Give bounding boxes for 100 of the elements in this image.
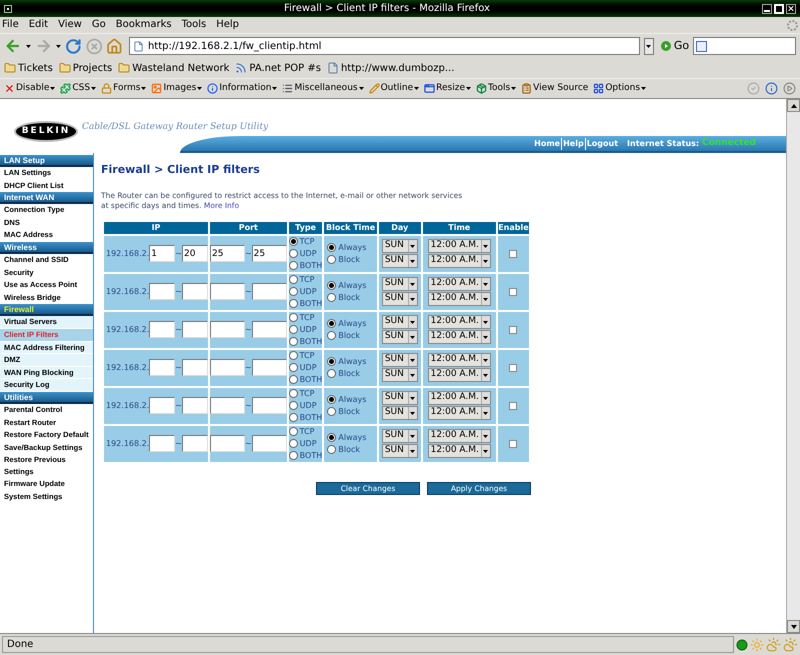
search-field[interactable]: [693, 37, 796, 55]
scrollbar[interactable]: [786, 99, 800, 633]
radio-option[interactable]: UDP: [288, 248, 322, 260]
enable-checkbox[interactable]: [509, 250, 518, 258]
day-select[interactable]: SUN: [382, 391, 418, 405]
ip-start-field[interactable]: [149, 283, 176, 300]
radio-option[interactable]: Always: [327, 432, 377, 444]
toolbar-menu-button[interactable]: Miscellaneous: [282, 82, 364, 96]
enable-checkbox[interactable]: [509, 402, 518, 410]
info-icon[interactable]: [765, 82, 778, 95]
sidebar-heading[interactable]: Utilities: [0, 392, 93, 404]
time-select[interactable]: 12:00 A.M.: [428, 429, 491, 443]
port-start-field[interactable]: [210, 359, 245, 376]
time-select[interactable]: 12:00 A.M.: [428, 353, 491, 367]
bookmark-item[interactable]: http://www.dumbozp...: [340, 60, 454, 76]
toolbar-menu-button[interactable]: Resize: [424, 82, 471, 96]
time-select[interactable]: 12:00 A.M.: [428, 368, 491, 382]
toolbar-menu-button[interactable]: Options: [593, 82, 646, 96]
radio-option[interactable]: Always: [327, 318, 377, 330]
time-select[interactable]: 12:00 A.M.: [428, 330, 491, 344]
radio-option[interactable]: UDP: [288, 438, 322, 450]
time-select[interactable]: 12:00 A.M.: [428, 406, 491, 420]
port-end-field[interactable]: [252, 321, 287, 338]
time-select[interactable]: 12:00 A.M.: [428, 277, 491, 291]
day-select[interactable]: SUN: [382, 368, 418, 382]
radio-option[interactable]: UDP: [288, 400, 322, 412]
menu-item[interactable]: File: [2, 18, 19, 32]
toolbar-menu-button[interactable]: Forms: [101, 82, 146, 96]
menu-item[interactable]: Help: [216, 18, 240, 32]
menu-item[interactable]: Tools: [182, 18, 206, 32]
menu-item[interactable]: Go: [92, 18, 106, 32]
ip-start-field[interactable]: 1: [149, 245, 176, 262]
sidebar-heading[interactable]: Wireless: [0, 242, 93, 254]
radio-option[interactable]: Block: [327, 368, 377, 380]
reload-button[interactable]: [65, 38, 82, 54]
menu-item[interactable]: Edit: [28, 18, 48, 32]
day-select[interactable]: SUN: [382, 254, 418, 268]
play-icon[interactable]: [783, 82, 796, 95]
radio-option[interactable]: Block: [327, 444, 377, 456]
bookmark-item[interactable]: PA.net POP #s: [249, 60, 321, 76]
radio-option[interactable]: BOTH: [288, 450, 322, 462]
sidebar-heading[interactable]: Firewall: [0, 304, 93, 316]
radio-option[interactable]: TCP: [288, 350, 322, 362]
toolbar-menu-button[interactable]: View Source: [521, 82, 588, 96]
radio-option[interactable]: BOTH: [288, 374, 322, 386]
radio-option[interactable]: Always: [327, 242, 377, 254]
radio-option[interactable]: TCP: [288, 388, 322, 400]
go-button[interactable]: Go: [660, 38, 690, 54]
radio-option[interactable]: UDP: [288, 324, 322, 336]
ip-start-field[interactable]: [149, 359, 176, 376]
ip-end-field[interactable]: [182, 397, 208, 414]
day-select[interactable]: SUN: [382, 444, 418, 458]
radio-option[interactable]: Always: [327, 280, 377, 292]
toolbar-menu-button[interactable]: Information: [207, 82, 278, 96]
radio-option[interactable]: TCP: [288, 274, 322, 286]
day-select[interactable]: SUN: [382, 429, 418, 443]
port-end-field[interactable]: [252, 397, 287, 414]
radio-option[interactable]: BOTH: [288, 412, 322, 424]
toolbar-menu-button[interactable]: CSS: [60, 82, 96, 96]
day-select[interactable]: SUN: [382, 239, 418, 253]
port-start-field[interactable]: 25: [210, 245, 245, 262]
radio-option[interactable]: Block: [327, 292, 377, 304]
time-select[interactable]: 12:00 A.M.: [428, 444, 491, 458]
sidebar-heading[interactable]: LAN Setup: [0, 155, 93, 167]
radio-option[interactable]: Always: [327, 356, 377, 368]
day-select[interactable]: SUN: [382, 330, 418, 344]
toolbar-menu-button[interactable]: Images: [151, 82, 202, 96]
bookmark-item[interactable]: Wasteland Network: [132, 60, 230, 76]
check-icon[interactable]: [747, 82, 760, 95]
radio-option[interactable]: Always: [327, 394, 377, 406]
ip-start-field[interactable]: [149, 321, 176, 338]
scroll-up-icon[interactable]: [790, 104, 796, 108]
radio-option[interactable]: TCP: [288, 312, 322, 324]
radio-option[interactable]: UDP: [288, 362, 322, 374]
close-button[interactable]: [786, 4, 796, 14]
radio-option[interactable]: BOTH: [288, 298, 322, 310]
bookmark-item[interactable]: Tickets: [18, 60, 53, 76]
time-select[interactable]: 12:00 A.M.: [428, 254, 491, 268]
minimize-button[interactable]: [762, 4, 772, 14]
ip-start-field[interactable]: [149, 435, 176, 452]
ip-end-field[interactable]: [182, 359, 208, 376]
ip-end-field[interactable]: [182, 435, 208, 452]
ip-end-field[interactable]: [182, 321, 208, 338]
enable-checkbox[interactable]: [509, 326, 518, 334]
toolbar-menu-button[interactable]: Tools: [476, 82, 516, 96]
port-end-field[interactable]: [252, 359, 287, 376]
day-select[interactable]: SUN: [382, 277, 418, 291]
ip-end-field[interactable]: 20: [182, 245, 208, 262]
time-select[interactable]: 12:00 A.M.: [428, 315, 491, 329]
radio-option[interactable]: TCP: [288, 236, 322, 248]
port-start-field[interactable]: [210, 397, 245, 414]
port-end-field[interactable]: [252, 435, 287, 452]
menu-item[interactable]: View: [58, 18, 82, 32]
menu-item[interactable]: Bookmarks: [116, 18, 172, 32]
enable-checkbox[interactable]: [509, 288, 518, 296]
toolbar-menu-button[interactable]: Disable: [4, 82, 56, 96]
history-dropdown-button[interactable]: [644, 38, 654, 54]
ip-start-field[interactable]: [149, 397, 176, 414]
time-select[interactable]: 12:00 A.M.: [428, 292, 491, 306]
back-button[interactable]: [4, 37, 22, 55]
